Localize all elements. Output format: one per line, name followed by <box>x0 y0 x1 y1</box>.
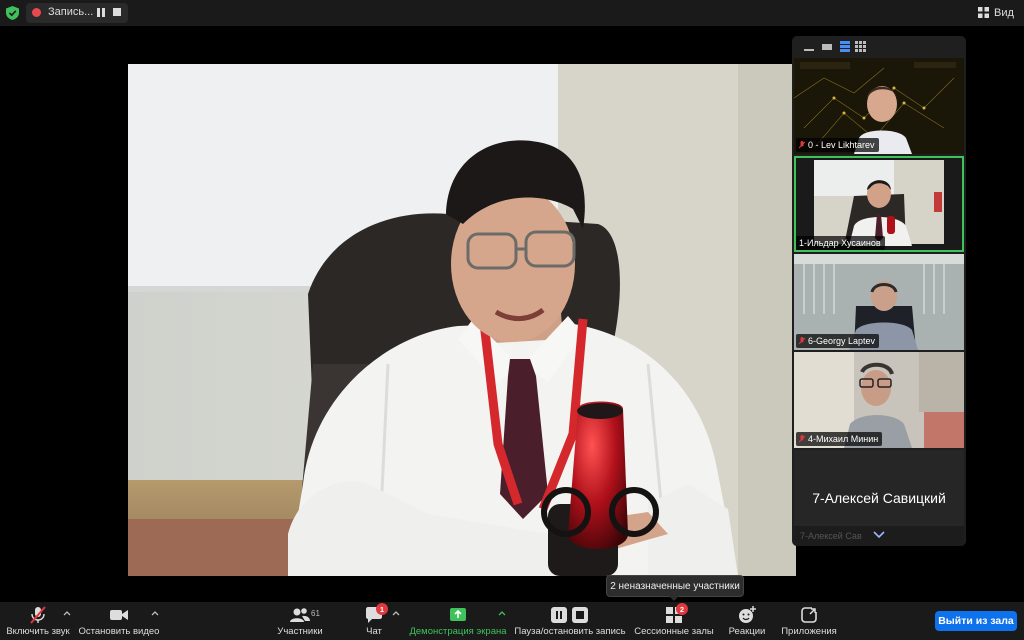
chat-options-chevron-icon[interactable] <box>392 610 400 616</box>
participant-tile[interactable]: 1-Ильдар Хусаинов <box>794 156 964 252</box>
participants-icon <box>290 608 310 622</box>
video-camera-icon <box>110 610 128 620</box>
chat-unread-badge: 1 <box>376 603 388 615</box>
video-options-chevron-icon[interactable] <box>151 610 159 616</box>
scroll-down-chevron-icon[interactable] <box>872 530 886 540</box>
participant-tile[interactable]: 6-Georgy Laptev <box>794 254 964 350</box>
chat-button[interactable]: 1 Чат <box>356 602 392 640</box>
share-screen-icon <box>450 608 466 621</box>
mic-muted-icon <box>799 140 805 148</box>
leave-room-button[interactable]: Выйти из зала <box>935 611 1017 631</box>
participants-button[interactable]: 61 Участники <box>272 602 328 640</box>
participant-name-tag: 0 - Lev Likhtarev <box>796 138 879 152</box>
active-speaker-video[interactable] <box>128 64 796 576</box>
breakout-rooms-button[interactable]: 2 Сессионные залы <box>632 602 716 640</box>
single-video-icon[interactable] <box>822 41 832 52</box>
share-screen-button[interactable]: Демонстрация экрана <box>408 602 508 640</box>
tooltip-arrow <box>669 596 679 601</box>
participant-name: 0 - Lev Likhtarev <box>808 140 875 150</box>
participant-tile[interactable]: 0 - Lev Likhtarev <box>794 58 964 154</box>
shield-icon[interactable] <box>6 6 19 20</box>
participants-label: Участники <box>277 626 323 637</box>
stop-recording-icon[interactable] <box>113 8 121 16</box>
gallery-grid-icon[interactable] <box>855 41 866 52</box>
gallery-toolbar <box>792 36 966 56</box>
stop-video-button[interactable]: Остановить видео <box>78 602 160 640</box>
gallery-panel: 0 - Lev Likhtarev 1-Ильдар Хусаинов 6-Ge… <box>792 36 966 546</box>
unmute-button[interactable]: Включить звук <box>6 602 70 640</box>
audio-options-chevron-icon[interactable] <box>63 610 71 616</box>
participant-name-tag: 1-Ильдар Хусаинов <box>796 236 885 250</box>
mic-muted-icon <box>30 606 46 624</box>
breakout-rooms-badge: 2 <box>676 603 688 615</box>
zoom-meeting-window: Запись... Вид 0 - Lev Likhtarev 1-Ильдар… <box>0 0 1024 640</box>
mic-muted-icon <box>799 336 805 344</box>
pause-stop-recording-icon <box>551 607 588 623</box>
pause-stop-recording-button[interactable]: Пауза/остановить запись <box>514 602 626 640</box>
apps-label: Приложения <box>781 626 837 637</box>
grid-view-icon <box>978 7 989 18</box>
participants-count: 61 <box>311 609 320 618</box>
participant-name: 6-Georgy Laptev <box>808 336 876 346</box>
view-button[interactable]: Вид <box>978 4 1018 22</box>
share-screen-label: Демонстрация экрана <box>409 626 507 637</box>
reactions-smiley-icon <box>739 606 756 623</box>
reactions-label: Реакции <box>728 626 766 637</box>
filmstrip-icon[interactable] <box>840 41 850 52</box>
chat-label: Чат <box>366 626 382 637</box>
participant-name-tag: 4-Михаил Минин <box>796 432 883 446</box>
partial-participant-name: 7-Алексей Сав <box>800 531 862 541</box>
share-options-chevron-icon[interactable] <box>498 610 506 616</box>
breakout-rooms-label: Сессионные залы <box>634 626 714 637</box>
participant-name: 1-Ильдар Хусаинов <box>799 238 881 248</box>
mic-muted-icon <box>799 434 805 442</box>
recording-label: Запись... <box>48 6 94 18</box>
stop-video-label: Остановить видео <box>78 626 160 637</box>
apps-button[interactable]: Приложения <box>778 602 840 640</box>
pause-recording-icon[interactable] <box>97 8 105 17</box>
participant-name-tag: 6-Georgy Laptev <box>796 334 880 348</box>
recording-dot-icon <box>32 8 41 17</box>
minimize-icon[interactable] <box>804 41 814 52</box>
pause-stop-recording-label: Пауза/остановить запись <box>514 626 626 637</box>
participant-name: 4-Михаил Минин <box>808 434 879 444</box>
view-label: Вид <box>994 7 1014 19</box>
meeting-toolbar: Включить звук Остановить видео 61 Участн… <box>0 602 1024 640</box>
top-bar: Запись... Вид <box>0 0 1024 26</box>
apps-icon <box>801 606 817 623</box>
speaker-video-frame <box>128 64 796 576</box>
participant-tile[interactable]: 4-Михаил Минин <box>794 352 964 448</box>
reactions-button[interactable]: Реакции <box>724 602 770 640</box>
unassigned-participants-tooltip: 2 неназначенные участники <box>606 575 744 597</box>
unmute-label: Включить звук <box>6 626 70 637</box>
